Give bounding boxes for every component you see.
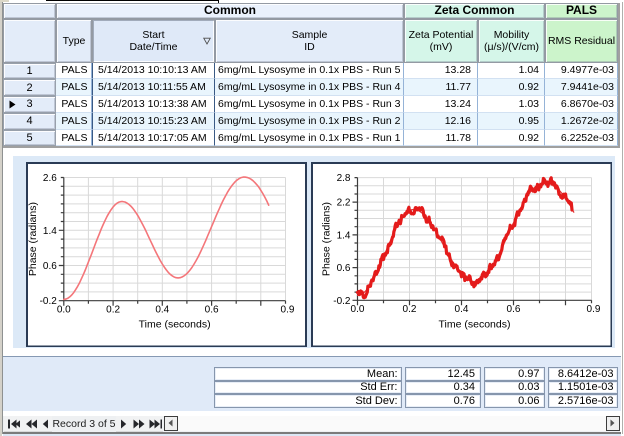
svg-text:Phase (radians): Phase (radians)	[320, 201, 332, 275]
svg-text:0.6: 0.6	[336, 263, 350, 274]
svg-text:0.4: 0.4	[454, 304, 468, 315]
svg-text:Time (seconds): Time (seconds)	[139, 318, 211, 330]
svg-text:2.8: 2.8	[336, 173, 350, 184]
svg-text:0.6: 0.6	[43, 261, 57, 272]
svg-text:0.4: 0.4	[155, 304, 169, 315]
svg-text:0.2: 0.2	[402, 304, 416, 315]
svg-text:1.4: 1.4	[336, 230, 350, 241]
svg-text:2.6: 2.6	[43, 173, 57, 184]
svg-text:2.2: 2.2	[336, 197, 350, 208]
svg-text:0.6: 0.6	[506, 304, 520, 315]
svg-text:0.2: 0.2	[106, 304, 120, 315]
svg-text:-0.2: -0.2	[40, 296, 58, 307]
svg-text:0.6: 0.6	[205, 304, 219, 315]
svg-text:Time (seconds): Time (seconds)	[438, 318, 510, 330]
svg-text:1.4: 1.4	[43, 225, 57, 236]
svg-text:Phase (radians): Phase (radians)	[27, 202, 39, 276]
svg-text:0.0: 0.0	[57, 304, 71, 315]
svg-text:-0.2: -0.2	[333, 295, 351, 306]
svg-text:0.9: 0.9	[281, 304, 295, 315]
svg-text:0.9: 0.9	[586, 304, 600, 315]
svg-text:0.0: 0.0	[350, 304, 364, 315]
